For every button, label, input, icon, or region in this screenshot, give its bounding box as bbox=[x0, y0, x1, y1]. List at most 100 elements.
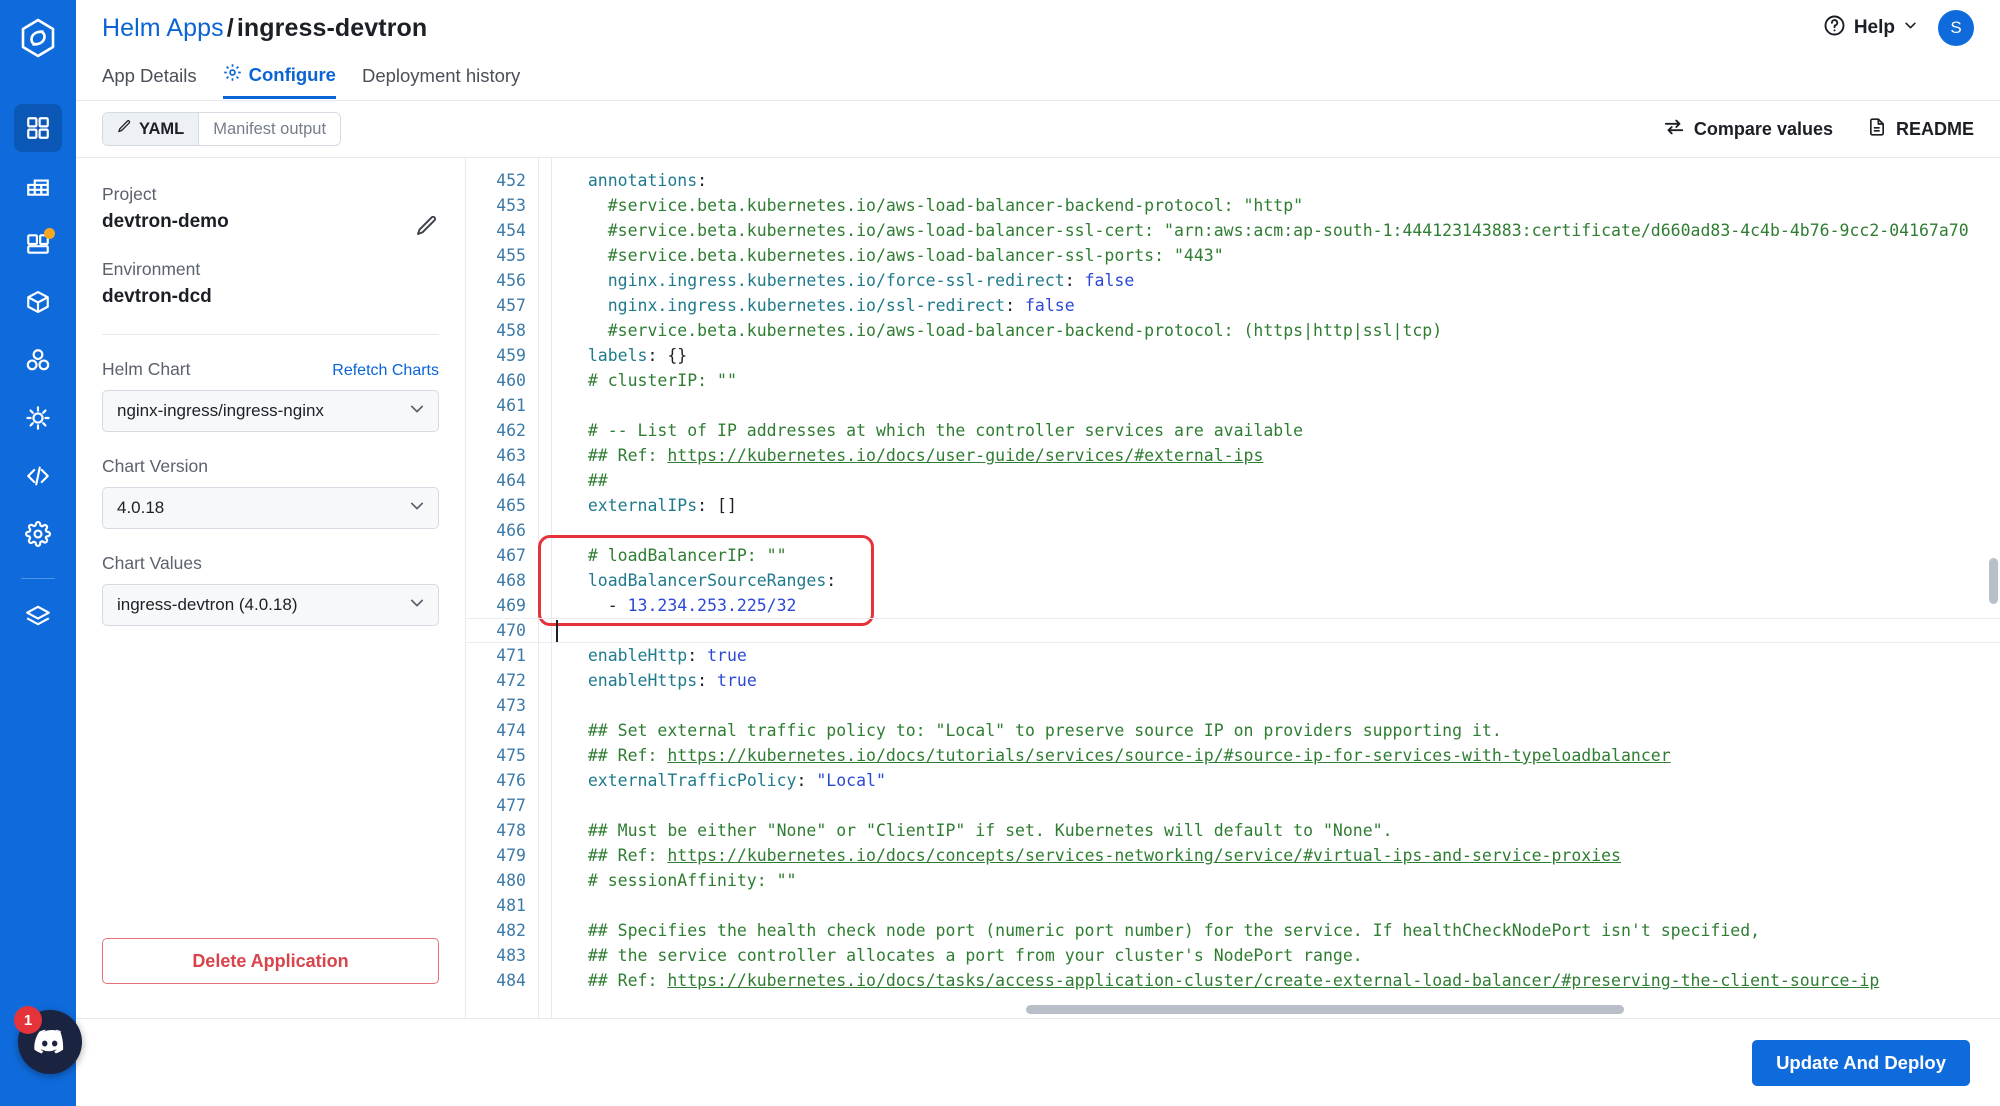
code-line[interactable]: # clusterIP: "" bbox=[568, 368, 2000, 393]
code-line[interactable]: ## Ref: https://kubernetes.io/docs/conce… bbox=[568, 843, 2000, 868]
chart-values-select[interactable]: ingress-devtron (4.0.18) bbox=[102, 584, 439, 626]
code-line[interactable]: ## Ref: https://kubernetes.io/docs/tutor… bbox=[568, 743, 2000, 768]
code-line[interactable] bbox=[568, 693, 2000, 718]
panel-divider bbox=[102, 334, 439, 335]
help-button[interactable]: Help bbox=[1823, 14, 1918, 43]
rail-item-applications[interactable] bbox=[14, 104, 62, 152]
rail-item-clusters[interactable] bbox=[14, 336, 62, 384]
code-line[interactable]: # sessionAffinity: "" bbox=[568, 868, 2000, 893]
line-number: 472 bbox=[496, 671, 526, 690]
code-line[interactable]: ## Set external traffic policy to: "Loca… bbox=[568, 718, 2000, 743]
tab-app-details[interactable]: App Details bbox=[102, 65, 197, 99]
code-line[interactable]: nginx.ingress.kubernetes.io/ssl-redirect… bbox=[568, 293, 2000, 318]
code-line[interactable]: ## Specifies the health check node port … bbox=[568, 918, 2000, 943]
code-token: annotations bbox=[587, 171, 698, 190]
code-line[interactable]: loadBalancerSourceRanges: bbox=[568, 568, 2000, 593]
code-link[interactable]: https://kubernetes.io/docs/tutorials/ser… bbox=[667, 746, 1670, 765]
tab-configure[interactable]: Configure bbox=[222, 63, 336, 99]
code-line[interactable] bbox=[568, 393, 2000, 418]
helm-chart-head: Helm Chart Refetch Charts bbox=[102, 359, 439, 380]
document-icon bbox=[1867, 117, 1887, 142]
line-number: 467 bbox=[496, 546, 526, 565]
code-content[interactable]: annotations: #service.beta.kubernetes.io… bbox=[552, 158, 2000, 1018]
rail-item-resource-browser[interactable] bbox=[14, 278, 62, 326]
header-actions: Help S bbox=[1823, 10, 1974, 46]
toggle-manifest-output[interactable]: Manifest output bbox=[199, 113, 340, 145]
code-link[interactable]: https://kubernetes.io/docs/concepts/serv… bbox=[667, 846, 1621, 865]
helm-chart-value: nginx-ingress/ingress-nginx bbox=[117, 401, 324, 420]
code-line[interactable]: - 13.234.253.225/32 bbox=[568, 593, 2000, 618]
avatar[interactable]: S bbox=[1938, 10, 1974, 46]
rail-item-bulk-edit[interactable] bbox=[14, 394, 62, 442]
horizontal-scrollbar[interactable] bbox=[1026, 1005, 1990, 1014]
code-line[interactable]: ## Ref: https://kubernetes.io/docs/tasks… bbox=[568, 968, 2000, 993]
chart-version-field: Chart Version 4.0.18 bbox=[102, 456, 439, 529]
code-line[interactable]: nginx.ingress.kubernetes.io/force-ssl-re… bbox=[568, 268, 2000, 293]
discord-widget[interactable]: 1 bbox=[14, 1006, 86, 1078]
code-line[interactable]: ## Must be either "None" or "ClientIP" i… bbox=[568, 818, 2000, 843]
tab-app-details-label: App Details bbox=[102, 65, 197, 86]
code-line[interactable]: enableHttp: true bbox=[568, 643, 2000, 668]
chart-version-select[interactable]: 4.0.18 bbox=[102, 487, 439, 529]
code-token: : bbox=[826, 571, 837, 590]
line-number: 460 bbox=[496, 371, 526, 390]
update-and-deploy-button[interactable]: Update And Deploy bbox=[1752, 1039, 1970, 1086]
breadcrumb-current: ingress-devtron bbox=[236, 14, 428, 42]
chart-version-head: Chart Version bbox=[102, 456, 439, 477]
code-line[interactable]: #service.beta.kubernetes.io/aws-load-bal… bbox=[568, 243, 2000, 268]
code-link[interactable]: https://kubernetes.io/docs/tasks/access-… bbox=[667, 971, 1879, 990]
devtron-logo-icon[interactable] bbox=[0, 0, 76, 76]
helm-chart-select[interactable]: nginx-ingress/ingress-nginx bbox=[102, 390, 439, 432]
breadcrumb-parent-link[interactable]: Helm Apps bbox=[102, 14, 224, 42]
code-line[interactable]: labels: {} bbox=[568, 343, 2000, 368]
code-line[interactable]: ## the service controller allocates a po… bbox=[568, 943, 2000, 968]
code-token: : bbox=[647, 346, 668, 365]
code-line[interactable]: # -- List of IP addresses at which the c… bbox=[568, 418, 2000, 443]
code-line[interactable]: externalTrafficPolicy: "Local" bbox=[568, 768, 2000, 793]
edit-project-env-button[interactable] bbox=[415, 214, 439, 243]
breadcrumb-separator: / bbox=[226, 14, 234, 42]
code-line[interactable]: enableHttps: true bbox=[568, 668, 2000, 693]
line-number: 463 bbox=[496, 446, 526, 465]
code-line[interactable]: #service.beta.kubernetes.io/aws-load-bal… bbox=[568, 218, 2000, 243]
line-number: 480 bbox=[496, 871, 526, 890]
rail-item-jobs[interactable] bbox=[14, 162, 62, 210]
refetch-charts-link[interactable]: Refetch Charts bbox=[332, 362, 439, 380]
header-tabs: App Details Configure Deployment history bbox=[102, 57, 1974, 99]
compare-values-button[interactable]: Compare values bbox=[1663, 116, 1833, 143]
breadcrumb: Helm Apps / ingress-devtron bbox=[102, 0, 1974, 43]
readme-button[interactable]: README bbox=[1867, 117, 1974, 142]
code-token: [] bbox=[717, 496, 737, 515]
discord-badge: 1 bbox=[14, 1006, 42, 1034]
delete-application-button[interactable]: Delete Application bbox=[102, 938, 439, 984]
code-line[interactable] bbox=[568, 893, 2000, 918]
helm-chart-label: Helm Chart bbox=[102, 359, 191, 379]
code-line[interactable]: ## Ref: https://kubernetes.io/docs/user-… bbox=[568, 443, 2000, 468]
code-line[interactable]: # loadBalancerIP: "" bbox=[568, 543, 2000, 568]
readme-label: README bbox=[1895, 118, 1974, 139]
code-line[interactable]: #service.beta.kubernetes.io/aws-load-bal… bbox=[568, 193, 2000, 218]
line-number: 479 bbox=[496, 846, 526, 865]
vertical-scrollbar[interactable] bbox=[1989, 558, 1998, 604]
code-line[interactable] bbox=[568, 518, 2000, 543]
rail-item-global-config[interactable] bbox=[14, 510, 62, 558]
rail-item-stack-manager[interactable] bbox=[14, 593, 62, 641]
code-line[interactable]: ## bbox=[568, 468, 2000, 493]
code-token: # clusterIP: "" bbox=[568, 371, 737, 390]
rail-item-charts[interactable] bbox=[14, 220, 62, 268]
code-line[interactable]: annotations: bbox=[568, 168, 2000, 193]
yaml-editor[interactable]: 452 453 454 455 456 457 458 459 460 461 462 463 464 4… bbox=[466, 158, 2000, 1018]
line-number: 476 bbox=[496, 771, 526, 790]
code-line[interactable]: #service.beta.kubernetes.io/aws-load-bal… bbox=[568, 318, 2000, 343]
line-number: 464 bbox=[496, 471, 526, 490]
code-line[interactable] bbox=[568, 793, 2000, 818]
toggle-yaml[interactable]: YAML bbox=[103, 113, 200, 145]
code-token: externalIPs bbox=[587, 496, 698, 515]
code-line[interactable]: externalIPs: [] bbox=[568, 493, 2000, 518]
tab-deployment-history[interactable]: Deployment history bbox=[362, 65, 520, 99]
horizontal-scrollbar-thumb[interactable] bbox=[1026, 1005, 1624, 1014]
rail-item-code-editor[interactable] bbox=[14, 452, 62, 500]
code-link[interactable]: https://kubernetes.io/docs/user-guide/se… bbox=[667, 446, 1263, 465]
